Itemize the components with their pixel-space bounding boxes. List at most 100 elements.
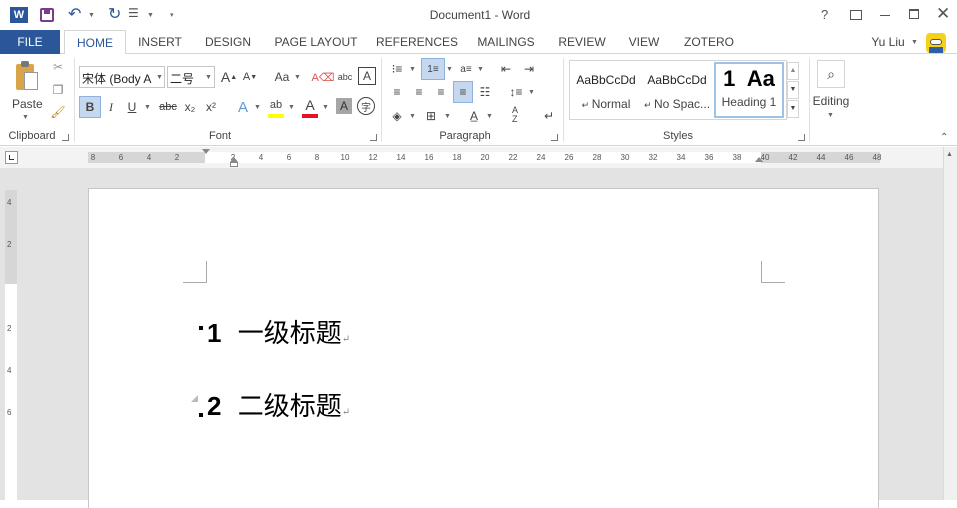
grow-font-icon[interactable]: A ▲ <box>220 67 238 87</box>
font-color-icon[interactable]: A <box>300 94 320 116</box>
tab-zotero[interactable]: ZOTERO <box>676 30 742 54</box>
strikethrough-button[interactable]: abc <box>157 96 179 118</box>
collapse-triangle-icon[interactable] <box>191 395 198 402</box>
subscript-button[interactable]: x₂ <box>181 96 199 118</box>
left-indent-marker[interactable] <box>230 162 238 167</box>
save-icon[interactable] <box>40 8 54 22</box>
styles-scroll-up-icon[interactable]: ▲ <box>787 62 799 80</box>
shrink-font-icon[interactable]: A ▼ <box>241 67 259 87</box>
heading-2[interactable]: 2 二级标题↵ <box>207 386 350 423</box>
copy-icon[interactable]: ❐ <box>50 82 66 98</box>
asian-layout-icon[interactable]: A̲ <box>464 106 484 126</box>
paste-dropdown-icon[interactable]: ▼ <box>22 114 29 121</box>
paste-button-label[interactable]: Paste <box>12 97 43 111</box>
paste-icon[interactable] <box>12 60 40 94</box>
character-border-icon[interactable]: A <box>358 67 376 85</box>
style-normal[interactable]: AaBbCcDd ↵ Normal <box>571 62 641 118</box>
borders-dropdown-icon[interactable]: ▼ <box>444 113 451 120</box>
maximize-button[interactable] <box>909 9 919 19</box>
change-case-icon[interactable]: Aa <box>270 67 294 87</box>
change-case-dropdown-icon[interactable]: ▼ <box>294 74 301 81</box>
phonetic-guide-icon[interactable]: abc <box>336 67 354 87</box>
scroll-up-icon[interactable]: ▲ <box>946 151 953 158</box>
tab-mailings[interactable]: MAILINGS <box>470 30 542 54</box>
align-right-icon[interactable]: ≡ <box>432 82 450 102</box>
clear-formatting-icon[interactable]: A⌫ <box>312 67 335 87</box>
italic-button[interactable]: I <box>102 96 120 118</box>
cut-icon[interactable]: ✂ <box>50 59 66 75</box>
shading-dropdown-icon[interactable]: ▼ <box>409 113 416 120</box>
superscript-button[interactable]: x² <box>202 96 220 118</box>
tab-home[interactable]: HOME <box>64 30 126 55</box>
right-indent-marker[interactable] <box>755 157 763 162</box>
customize-qat-icon[interactable]: ▾ <box>170 11 174 19</box>
first-line-indent-marker[interactable] <box>202 149 210 154</box>
font-color-dropdown-icon[interactable]: ▼ <box>322 104 329 111</box>
user-name[interactable]: Yu Liu <box>866 30 910 54</box>
qat-list-dropdown-icon[interactable]: ▼ <box>147 12 154 19</box>
font-size-dropdown-icon[interactable]: ▼ <box>205 74 212 81</box>
asian-layout-dropdown-icon[interactable]: ▼ <box>486 113 493 120</box>
word-icon[interactable]: W <box>10 7 28 23</box>
editing-dropdown-icon[interactable]: ▼ <box>827 112 834 119</box>
highlight-icon[interactable]: ab <box>266 94 286 116</box>
help-button[interactable]: ? <box>821 7 828 22</box>
distributed-icon[interactable]: ☷ <box>476 82 494 102</box>
style-no-spacing[interactable]: AaBbCcDd ↵ No Spac... <box>642 62 712 118</box>
underline-button[interactable]: U <box>123 96 141 118</box>
line-spacing-dropdown-icon[interactable]: ▼ <box>528 89 535 96</box>
vertical-scrollbar[interactable]: ▲ <box>943 147 957 500</box>
tab-insert[interactable]: INSERT <box>130 30 190 54</box>
text-effects-icon[interactable]: A <box>234 96 252 118</box>
text-effects-dropdown-icon[interactable]: ▼ <box>254 104 261 111</box>
numbering-dropdown-icon[interactable]: ▼ <box>446 66 453 73</box>
minimize-button[interactable] <box>880 15 890 16</box>
vertical-ruler[interactable]: 4 2 2 4 6 <box>5 190 17 500</box>
format-painter-icon[interactable]: 🖌 <box>50 104 66 120</box>
multilevel-list-icon[interactable]: a≡ <box>456 59 476 79</box>
sort-icon[interactable]: AZ <box>506 104 524 126</box>
tab-review[interactable]: REVIEW <box>552 30 612 54</box>
clipboard-launcher-icon[interactable] <box>62 134 69 141</box>
character-shading-icon[interactable]: A <box>336 98 352 114</box>
close-button[interactable]: ✕ <box>936 4 950 24</box>
styles-scroll-down-icon[interactable]: ▼ <box>787 81 799 99</box>
styles-launcher-icon[interactable] <box>798 134 805 141</box>
tab-page-layout[interactable]: PAGE LAYOUT <box>268 30 364 54</box>
undo-dropdown-icon[interactable]: ▼ <box>88 12 95 19</box>
ribbon-display-options-icon[interactable] <box>850 10 862 20</box>
styles-more-icon[interactable]: ▼ <box>787 100 799 118</box>
bold-button[interactable]: B <box>79 96 101 118</box>
avatar[interactable] <box>926 33 946 53</box>
highlight-dropdown-icon[interactable]: ▼ <box>288 104 295 111</box>
bullets-icon[interactable]: ⁝≡ <box>388 59 406 79</box>
redo-icon[interactable]: ↻ <box>108 4 121 24</box>
borders-icon[interactable]: ⊞ <box>422 106 440 126</box>
numbering-icon[interactable]: 1≡ <box>421 58 445 80</box>
binoculars-icon[interactable]: ⌕ <box>817 60 845 88</box>
collapse-ribbon-icon[interactable]: ⌃ <box>940 132 948 143</box>
user-dropdown-icon[interactable]: ▼ <box>911 39 918 46</box>
decrease-indent-icon[interactable]: ⇤ <box>497 59 515 79</box>
font-launcher-icon[interactable] <box>370 134 377 141</box>
tab-selector-icon[interactable] <box>5 151 18 164</box>
bullet-list-qat-icon[interactable]: ☰ <box>128 6 139 20</box>
tab-file[interactable]: FILE <box>0 30 60 54</box>
shading-icon[interactable]: ◈ <box>388 106 406 126</box>
increase-indent-icon[interactable]: ⇥ <box>520 59 538 79</box>
align-center-icon[interactable]: ≡ <box>410 82 428 102</box>
show-hide-icon[interactable]: ↵ <box>540 106 558 126</box>
tab-design[interactable]: DESIGN <box>198 30 258 54</box>
line-spacing-icon[interactable]: ↕≡ <box>506 82 526 102</box>
tab-references[interactable]: REFERENCES <box>374 30 460 54</box>
style-heading-1[interactable]: 1 Aa Heading 1 <box>714 62 784 118</box>
heading-1[interactable]: 1 一级标题↵ <box>207 313 350 350</box>
enclose-characters-icon[interactable]: 字 <box>357 97 375 115</box>
underline-dropdown-icon[interactable]: ▼ <box>144 104 151 111</box>
font-family-dropdown-icon[interactable]: ▼ <box>156 74 163 81</box>
editing-button[interactable]: Editing <box>811 94 851 108</box>
justify-icon[interactable]: ≡ <box>453 81 473 103</box>
paragraph-launcher-icon[interactable] <box>551 134 558 141</box>
tab-view[interactable]: VIEW <box>620 30 668 54</box>
multilevel-dropdown-icon[interactable]: ▼ <box>477 66 484 73</box>
